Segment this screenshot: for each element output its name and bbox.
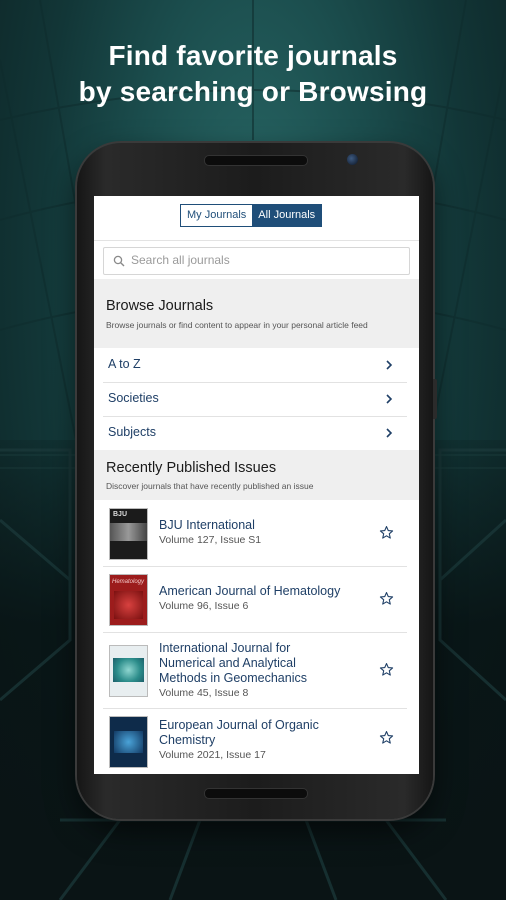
issue-volume: Volume 127, Issue S1	[159, 534, 262, 546]
headline-line-2: by searching or Browsing	[78, 76, 428, 107]
issue-title: BJU International	[159, 518, 255, 532]
chevron-right-icon	[386, 360, 393, 370]
star-outline-icon[interactable]	[379, 591, 394, 606]
tab-my-journals[interactable]: My Journals	[181, 205, 253, 226]
journal-tabs: My Journals All Journals	[180, 204, 323, 227]
header-divider	[94, 240, 419, 241]
browse-item-subjects[interactable]: Subjects	[103, 416, 407, 450]
recent-section-header: Recently Published Issues Discover journ…	[94, 450, 419, 500]
top-speaker	[204, 155, 308, 166]
issue-row-geomechanics[interactable]: International Journal for Numerical and …	[103, 632, 407, 709]
app-screen: My Journals All Journals Browse Journals…	[94, 196, 419, 774]
journal-cover	[109, 645, 148, 697]
issue-row-bju[interactable]: BJU BJU International Volume 127, Issue …	[103, 500, 407, 567]
star-outline-icon[interactable]	[379, 525, 394, 540]
browse-section-header: Browse Journals Browse journals or find …	[94, 279, 419, 348]
promo-headline: Find favorite journals by searching or B…	[0, 38, 506, 110]
cover-caption: Hematology	[112, 579, 145, 585]
journal-cover: Hematology	[109, 574, 148, 626]
issue-text: European Journal of Organic Chemistry Vo…	[159, 718, 364, 762]
browse-item-label: Subjects	[108, 425, 156, 439]
front-camera	[347, 154, 358, 165]
browse-title: Browse Journals	[106, 298, 214, 314]
issue-volume: Volume 45, Issue 8	[159, 687, 249, 699]
issue-text: American Journal of Hematology Volume 96…	[159, 584, 364, 613]
journal-cover	[109, 716, 148, 768]
browse-subtitle: Browse journals or find content to appea…	[106, 320, 368, 330]
issue-title-line-2: Numerical and Analytical	[159, 656, 296, 670]
issue-title: American Journal of Hematology	[159, 584, 341, 598]
browse-item-label: Societies	[108, 391, 159, 405]
issue-title-line-1: International Journal for	[159, 641, 291, 655]
issue-text: BJU International Volume 127, Issue S1	[159, 518, 364, 547]
bottom-speaker	[204, 788, 308, 799]
search-icon	[113, 255, 125, 267]
star-outline-icon[interactable]	[379, 730, 394, 745]
issue-row-organic-chemistry[interactable]: European Journal of Organic Chemistry Vo…	[103, 708, 407, 774]
chevron-right-icon	[386, 394, 393, 404]
browse-item-societies[interactable]: Societies	[103, 382, 407, 417]
power-button	[433, 379, 437, 419]
issue-row-hematology[interactable]: Hematology American Journal of Hematolog…	[103, 566, 407, 633]
browse-item-label: A to Z	[108, 357, 141, 371]
browse-item-a-to-z[interactable]: A to Z	[103, 348, 407, 383]
tab-all-journals[interactable]: All Journals	[252, 205, 322, 226]
issue-volume: Volume 96, Issue 6	[159, 600, 249, 612]
cover-caption: BJU	[113, 511, 128, 518]
recent-subtitle: Discover journals that have recently pub…	[106, 481, 314, 491]
search-box[interactable]	[103, 247, 410, 275]
chevron-right-icon	[386, 428, 393, 438]
issue-title-line-2: Chemistry	[159, 733, 216, 747]
search-input[interactable]	[131, 251, 401, 269]
journal-cover: BJU	[109, 508, 148, 560]
issue-text: International Journal for Numerical and …	[159, 641, 364, 700]
issue-title-line-1: European Journal of Organic	[159, 718, 319, 732]
recent-title: Recently Published Issues	[106, 460, 277, 476]
star-outline-icon[interactable]	[379, 662, 394, 677]
issue-volume: Volume 2021, Issue 17	[159, 749, 266, 761]
issue-title-line-3: Methods in Geomechanics	[159, 671, 307, 685]
headline-line-1: Find favorite journals	[108, 40, 398, 71]
